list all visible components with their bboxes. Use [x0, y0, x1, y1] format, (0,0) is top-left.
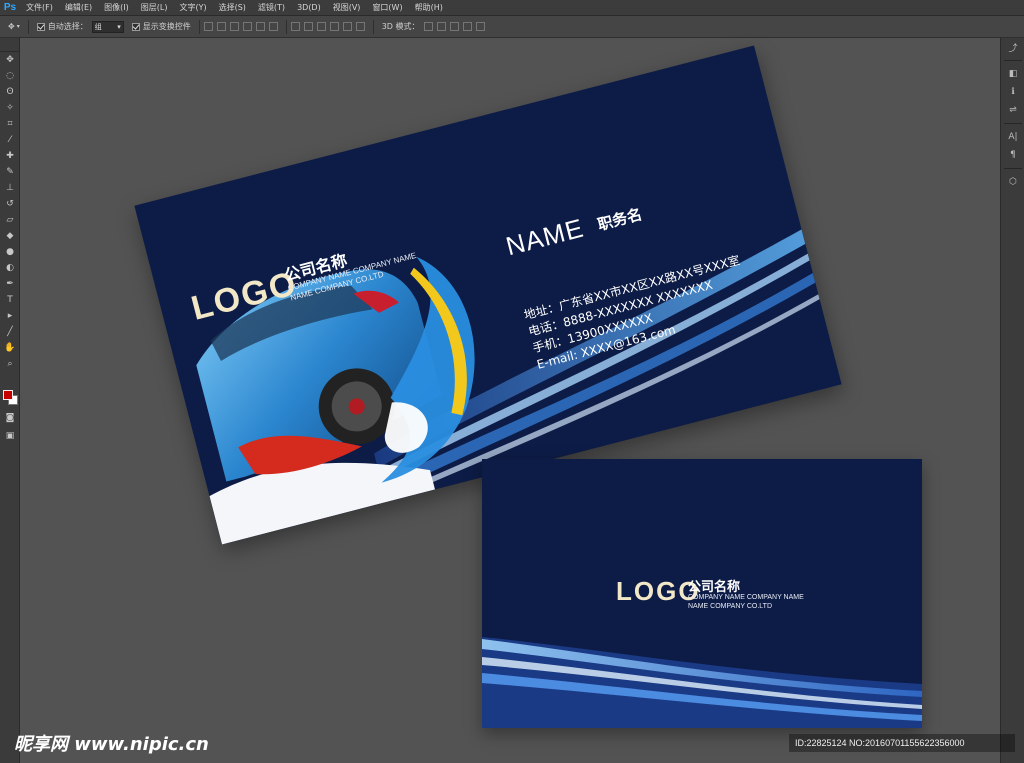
- type-tool-icon[interactable]: T: [0, 292, 20, 308]
- pen-tool-icon[interactable]: ✒: [0, 276, 20, 292]
- align-left-icon[interactable]: [242, 22, 252, 31]
- align-bottom-icon[interactable]: [229, 22, 239, 31]
- panel-grip[interactable]: [0, 38, 19, 52]
- adjustments-panel-icon[interactable]: ◧: [1001, 65, 1024, 83]
- line-tool-icon[interactable]: ╱: [0, 324, 20, 340]
- show-transform-label: 显示变换控件: [142, 22, 191, 31]
- magic-wand-tool-icon[interactable]: ✧: [0, 100, 20, 116]
- move-tool-icon[interactable]: ✥: [0, 52, 20, 68]
- divider: [27, 19, 29, 34]
- 3d-mode-label: 3D 模式：: [381, 22, 420, 31]
- menu-filter[interactable]: 滤镜(T): [252, 2, 291, 13]
- divider: [372, 19, 374, 34]
- chevron-down-icon: ▾: [16, 23, 20, 30]
- eyedropper-tool-icon[interactable]: ⁄: [0, 132, 20, 148]
- healing-brush-tool-icon[interactable]: ✚: [0, 148, 20, 164]
- distribute-top-icon[interactable]: [290, 22, 300, 31]
- auto-select-checkbox[interactable]: [36, 22, 45, 31]
- 3d-drag-icon[interactable]: [449, 22, 459, 31]
- foreground-color-swatch[interactable]: [3, 390, 13, 400]
- menu-select[interactable]: 选择(S): [213, 2, 252, 13]
- 3d-slide-icon[interactable]: [462, 22, 472, 31]
- clone-stamp-tool-icon[interactable]: ⊥: [0, 180, 20, 196]
- auto-select-dropdown[interactable]: 组 ▾: [91, 20, 124, 33]
- history-panel-icon[interactable]: ⤴: [1001, 38, 1024, 56]
- menu-edit[interactable]: 编辑(E): [59, 2, 98, 13]
- properties-panel-icon[interactable]: ℹ: [1001, 83, 1024, 101]
- distribute-right-icon[interactable]: [355, 22, 365, 31]
- align-middle-icon[interactable]: [216, 22, 226, 31]
- character-panel-icon[interactable]: A|: [1001, 128, 1024, 146]
- align-top-icon[interactable]: [203, 22, 213, 31]
- divider: [1004, 168, 1022, 169]
- menu-view[interactable]: 视图(V): [327, 2, 367, 13]
- 3d-roll-icon[interactable]: [436, 22, 446, 31]
- 3d-rotate-icon[interactable]: [423, 22, 433, 31]
- screen-mode-icon[interactable]: ▣: [0, 428, 20, 444]
- auto-select-option[interactable]: 自动选择： 组 ▾: [36, 20, 124, 33]
- options-bar: ✥ ▾ 自动选择： 组 ▾ 显示变换控件 3D 模式：: [0, 16, 1024, 38]
- distribute-middle-icon[interactable]: [303, 22, 313, 31]
- site-watermark: 昵享网 www.nipic.cn: [14, 734, 209, 755]
- history-brush-tool-icon[interactable]: ↺: [0, 196, 20, 212]
- dodge-tool-icon[interactable]: ◐: [0, 260, 20, 276]
- align-right-icon[interactable]: [268, 22, 278, 31]
- align-center-icon[interactable]: [255, 22, 265, 31]
- menu-image[interactable]: 图像(I): [98, 2, 135, 13]
- distribute-center-icon[interactable]: [342, 22, 352, 31]
- lasso-tool-icon[interactable]: ʘ: [0, 84, 20, 100]
- photoshop-logo-icon: Ps: [3, 2, 17, 13]
- image-id-watermark: ID:22825124 NO:20160701155622356000: [789, 734, 1015, 752]
- hand-tool-icon[interactable]: ✋: [0, 340, 20, 356]
- distribute-left-icon[interactable]: [329, 22, 339, 31]
- paragraph-panel-icon[interactable]: ¶: [1001, 146, 1024, 164]
- distribute-bottom-icon[interactable]: [316, 22, 326, 31]
- menu-layer[interactable]: 图层(L): [135, 2, 174, 13]
- path-selection-tool-icon[interactable]: ▸: [0, 308, 20, 324]
- divider: [285, 19, 287, 34]
- menu-window[interactable]: 窗口(W): [366, 2, 408, 13]
- quick-mask-icon[interactable]: ◙: [0, 410, 20, 426]
- 3d-scale-icon[interactable]: [475, 22, 485, 31]
- show-transform-option[interactable]: 显示变换控件: [131, 21, 191, 32]
- auto-select-label: 自动选择：: [47, 22, 88, 31]
- menu-file[interactable]: 文件(F): [20, 2, 59, 13]
- marquee-tool-icon[interactable]: ◌: [0, 68, 20, 84]
- crop-tool-icon[interactable]: ⌗: [0, 116, 20, 132]
- tools-panel: ✥ ◌ ʘ ✧ ⌗ ⁄ ✚ ✎ ⊥ ↺ ▱ ◆ ● ◐ ✒ T ▸ ╱ ✋ ⌕ …: [0, 38, 20, 763]
- menu-type[interactable]: 文字(Y): [173, 2, 212, 13]
- divider: [1004, 60, 1022, 61]
- menu-3d[interactable]: 3D(D): [291, 3, 327, 12]
- eraser-tool-icon[interactable]: ▱: [0, 212, 20, 228]
- back-company-en-line1: COMPANY NAME COMPANY NAME: [688, 594, 804, 601]
- menu-bar: Ps 文件(F) 编辑(E) 图像(I) 图层(L) 文字(Y) 选择(S) 滤…: [0, 0, 1024, 16]
- back-company-en-line2: NAME COMPANY CO.LTD: [688, 603, 773, 610]
- layers-comp-icon[interactable]: ⇌: [1001, 101, 1024, 119]
- chevron-down-icon: ▾: [117, 22, 121, 31]
- paint-bucket-tool-icon[interactable]: ◆: [0, 228, 20, 244]
- show-transform-checkbox[interactable]: [131, 22, 140, 31]
- divider: [198, 19, 200, 34]
- panels-dock: ⤴ ◧ ℹ ⇌ A| ¶ ⬡: [1000, 38, 1024, 763]
- auto-select-value: 组: [94, 22, 102, 31]
- move-tool-icon: ✥: [8, 22, 15, 31]
- menu-help[interactable]: 帮助(H): [409, 2, 449, 13]
- blur-tool-icon[interactable]: ●: [0, 244, 20, 260]
- business-card-back: LOGO 公司名称 COMPANY NAME COMPANY NAME NAME…: [482, 459, 922, 728]
- 3d-panel-icon[interactable]: ⬡: [1001, 173, 1024, 191]
- tool-preset-picker[interactable]: ✥ ▾: [8, 22, 20, 31]
- divider: [1004, 123, 1022, 124]
- brush-tool-icon[interactable]: ✎: [0, 164, 20, 180]
- zoom-tool-icon[interactable]: ⌕: [0, 356, 20, 372]
